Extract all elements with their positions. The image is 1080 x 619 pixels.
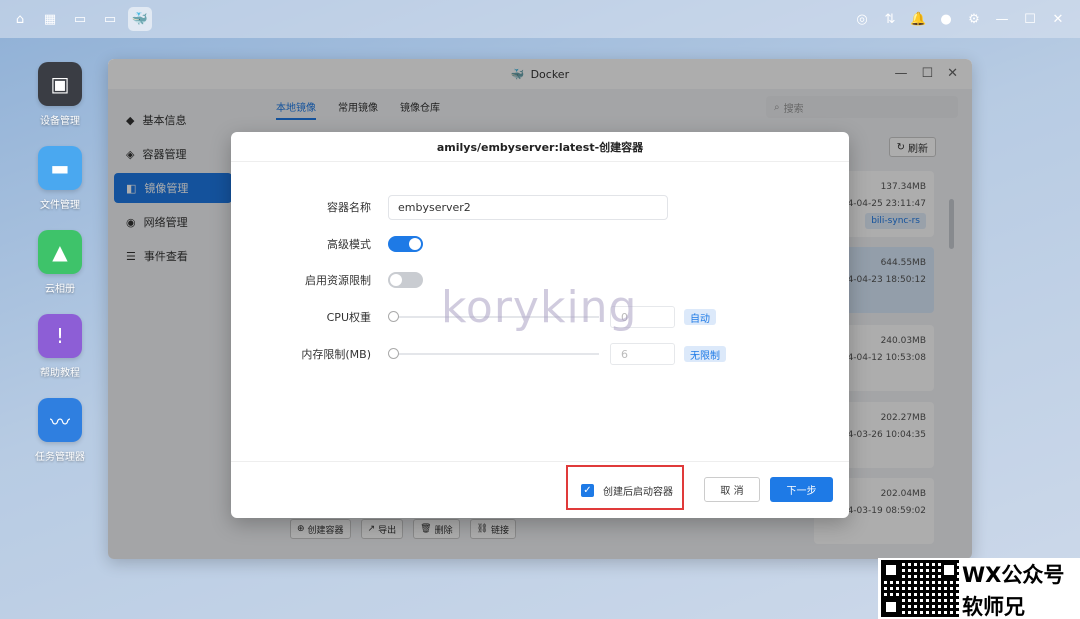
advanced-label: 高级模式	[327, 238, 371, 251]
folder-icon[interactable]: ▭	[98, 7, 122, 31]
gear-icon[interactable]: ⚙	[966, 12, 982, 27]
desktop-item-label: 帮助教程	[40, 368, 80, 379]
dialog-title: amilys/embyserver:latest-创建容器	[231, 132, 849, 162]
qr-finder	[883, 562, 899, 578]
desktop-item-device[interactable]: ▣ 设备管理	[24, 62, 96, 127]
watermark-text: koryking	[441, 282, 638, 333]
window-icon[interactable]: ▭	[68, 7, 92, 31]
task-manager-icon: 〰	[38, 398, 82, 442]
desktop-item-files[interactable]: ▬ 文件管理	[24, 146, 96, 211]
cpu-slider-handle[interactable]	[388, 311, 399, 322]
help-icon: !	[38, 314, 82, 358]
user-icon[interactable]: ●	[938, 12, 954, 27]
home-icon[interactable]: ⌂	[8, 7, 32, 31]
cpu-auto-tag: 自动	[684, 309, 716, 325]
dialog-footer: ✓ 创建后启动容器 取 消 下一步	[231, 461, 849, 518]
desktop-item-tasks[interactable]: 〰 任务管理器	[24, 398, 96, 463]
desktop-item-label: 文件管理	[40, 200, 80, 211]
next-button[interactable]: 下一步	[770, 477, 833, 502]
create-container-dialog: amilys/embyserver:latest-创建容器 容器名称 embys…	[231, 132, 849, 518]
memory-row: 内存限制(MB) 6 无限制	[231, 342, 849, 366]
close-icon[interactable]: ✕	[1050, 12, 1066, 27]
top-taskbar: ⌂ ▦ ▭ ▭ 🐳 ◎ ⇅ 🔔 ● ⚙ — ☐ ✕	[0, 0, 1080, 38]
device-manager-icon: ▣	[38, 62, 82, 106]
container-name-input[interactable]: embyserver2	[388, 194, 668, 220]
apps-grid-icon[interactable]: ▦	[38, 7, 62, 31]
desktop-item-label: 设备管理	[40, 116, 80, 127]
cancel-button[interactable]: 取 消	[704, 477, 760, 502]
desktop-item-help[interactable]: ! 帮助教程	[24, 314, 96, 379]
photo-album-icon: ▲	[38, 230, 82, 274]
brand-line-1: WX公众号	[962, 563, 1065, 587]
folder-icon: ▬	[38, 146, 82, 190]
brand-watermark: WX公众号 软师兄	[878, 558, 1080, 619]
memory-slider-handle[interactable]	[388, 348, 399, 359]
resource-limit-label: 启用资源限制	[305, 274, 371, 287]
brand-line-2: 软师兄	[962, 595, 1025, 619]
resource-limit-toggle[interactable]	[388, 272, 423, 288]
memory-unlimited-tag: 无限制	[684, 346, 726, 362]
start-after-create-label[interactable]: 创建后启动容器	[603, 483, 673, 498]
name-label: 容器名称	[327, 201, 371, 214]
qr-code	[881, 560, 959, 617]
minimize-icon[interactable]: —	[994, 12, 1010, 27]
toggle-knob	[409, 238, 421, 250]
cpu-label: CPU权重	[326, 311, 371, 324]
network-icon[interactable]: ⇅	[882, 12, 898, 27]
advanced-mode-toggle[interactable]	[388, 236, 423, 252]
start-after-create-checkbox[interactable]: ✓	[581, 484, 594, 497]
memory-label: 内存限制(MB)	[301, 348, 371, 361]
qr-finder	[941, 562, 957, 578]
name-row: 容器名称 embyserver2	[231, 194, 849, 220]
toggle-knob	[390, 274, 402, 286]
advanced-row: 高级模式	[231, 232, 849, 256]
maximize-icon[interactable]: ☐	[1022, 12, 1038, 27]
desktop-item-photos[interactable]: ▲ 云相册	[24, 230, 96, 295]
qr-finder	[883, 599, 899, 615]
globe-icon[interactable]: ◎	[854, 12, 870, 27]
desktop-item-label: 任务管理器	[35, 452, 85, 463]
bell-icon[interactable]: 🔔	[910, 12, 926, 27]
desktop-item-label: 云相册	[45, 284, 75, 295]
memory-slider-track[interactable]	[393, 353, 599, 355]
memory-limit-input[interactable]: 6	[610, 343, 675, 365]
docker-icon[interactable]: 🐳	[128, 7, 152, 31]
desktop-icons: ▣ 设备管理 ▬ 文件管理 ▲ 云相册 ! 帮助教程 〰 任务管理器	[24, 62, 96, 482]
